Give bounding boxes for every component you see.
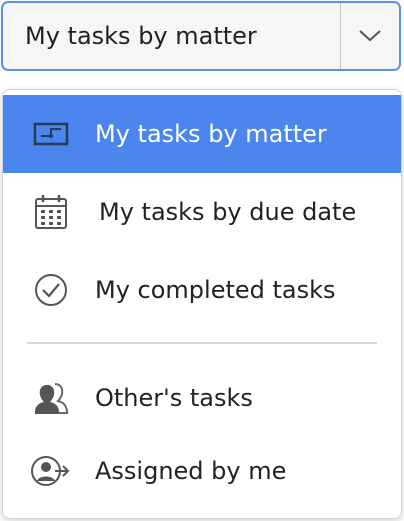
select-toggle-button[interactable] xyxy=(340,3,399,69)
menu-item-label: My tasks by due date xyxy=(99,198,357,226)
menu-item-my-tasks-by-due-date[interactable]: My tasks by due date xyxy=(3,173,401,251)
task-view-selector: My tasks by matter My tasks by matter My… xyxy=(0,0,404,521)
user-arrow-icon xyxy=(29,449,73,493)
users-icon xyxy=(29,376,73,420)
calendar-icon xyxy=(29,190,73,234)
menu-item-my-completed-tasks[interactable]: My completed tasks xyxy=(3,251,401,329)
menu-item-others-tasks[interactable]: Other's tasks xyxy=(3,359,401,437)
task-view-dropdown-menu: My tasks by matter My tasks by due date … xyxy=(2,89,402,519)
menu-item-assigned-by-me[interactable]: Assigned by me xyxy=(3,432,401,510)
menu-item-label: My tasks by matter xyxy=(95,120,327,148)
menu-item-label: Assigned by me xyxy=(95,457,287,485)
check-circle-icon xyxy=(29,268,73,312)
menu-item-label: Other's tasks xyxy=(95,384,253,412)
task-view-select[interactable]: My tasks by matter xyxy=(1,1,401,71)
chevron-down-icon xyxy=(359,30,381,42)
menu-divider xyxy=(27,342,377,344)
menu-item-label: My completed tasks xyxy=(95,276,336,304)
select-current-value[interactable]: My tasks by matter xyxy=(3,3,340,69)
matter-board-icon xyxy=(29,112,73,156)
menu-item-my-tasks-by-matter[interactable]: My tasks by matter xyxy=(3,95,401,173)
